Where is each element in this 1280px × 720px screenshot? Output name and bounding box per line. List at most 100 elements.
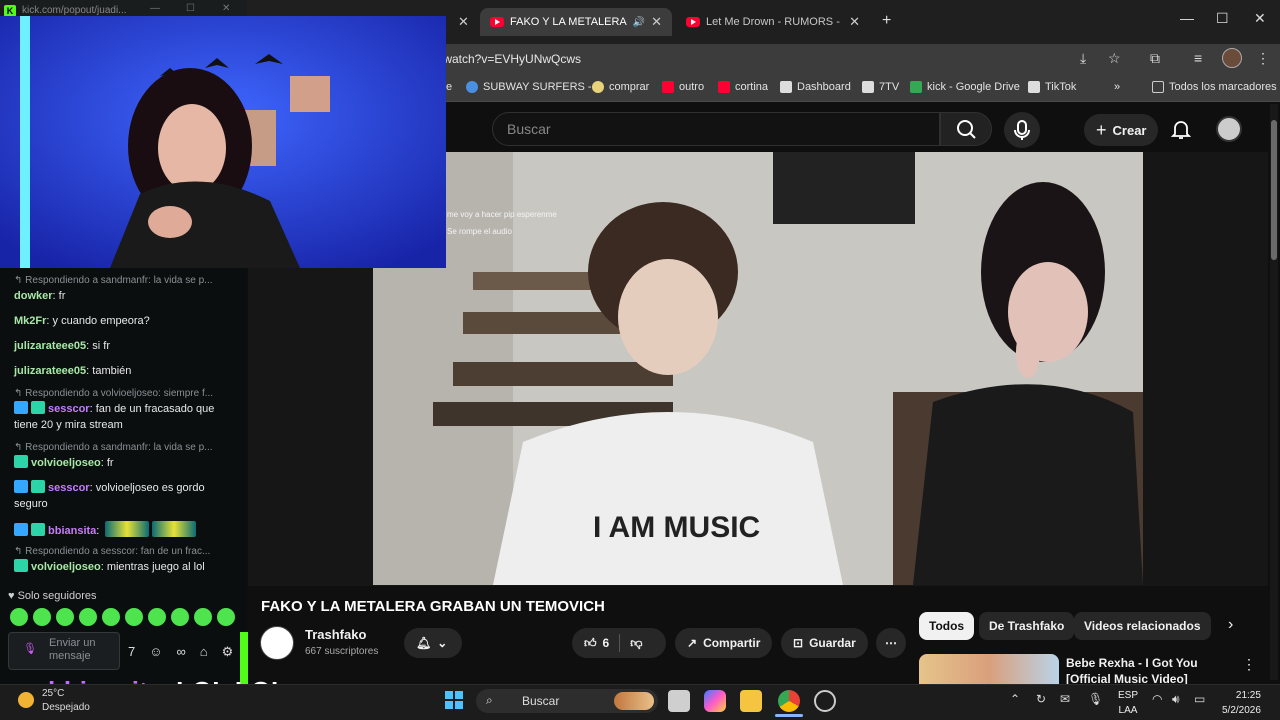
windows-start-icon[interactable]: [444, 690, 464, 710]
close-window-icon[interactable]: ✕: [1254, 10, 1266, 27]
tab-fako-video[interactable]: FAKO Y LA METALERA GRAB 🔊 ✕: [480, 8, 672, 36]
emoji-icon[interactable]: ☺: [149, 644, 162, 660]
mail-icon[interactable]: ✉: [1060, 692, 1070, 706]
chat-username[interactable]: sesscor: [48, 403, 90, 415]
chevron-up-icon[interactable]: ⌃: [1010, 692, 1020, 706]
microphone-icon[interactable]: 🎙︎: [23, 643, 37, 656]
chat-username[interactable]: julizarateee05: [14, 340, 86, 352]
save-button[interactable]: ⊡ Guardar: [781, 628, 868, 658]
media-icon[interactable]: ≡: [1194, 50, 1202, 66]
voice-search-button[interactable]: [1004, 112, 1040, 148]
chat-username[interactable]: bbiansita: [48, 525, 96, 537]
weather-temp[interactable]: 25°C: [42, 688, 64, 699]
emote-icon[interactable]: [125, 608, 143, 626]
search-button[interactable]: [940, 112, 992, 146]
bookmark-subway[interactable]: SUBWAY SURFERS -...: [466, 81, 601, 93]
like-icon[interactable]: 👍︎: [584, 636, 597, 651]
bookmark-cortina[interactable]: cortina: [718, 81, 768, 93]
chip-videos-relacionados[interactable]: Videos relacionados: [1074, 612, 1211, 640]
tab-let-me-drown[interactable]: Let Me Drown - RUMORS - You ✕: [676, 8, 870, 36]
bookmark-outro[interactable]: outro: [662, 81, 704, 93]
emote-icon[interactable]: [33, 608, 51, 626]
maximize-icon[interactable]: ☐: [1216, 10, 1229, 27]
weather-desc[interactable]: Despejado: [42, 702, 90, 713]
chip-todos[interactable]: Todos: [919, 612, 975, 640]
address-bar[interactable]: /watch?v=EVHyUNwQcws: [440, 47, 1080, 71]
chat-username[interactable]: volvioeljoseo: [31, 561, 101, 573]
like-count[interactable]: 6: [603, 636, 610, 650]
chip-de-trashfako[interactable]: De Trashfako: [979, 612, 1075, 640]
close-icon[interactable]: ✕: [222, 3, 230, 14]
scrollbar-thumb[interactable]: [1271, 120, 1277, 260]
taskbar-search[interactable]: ⌕ Buscar: [476, 689, 658, 713]
chat-message-input[interactable]: 🎙︎ Enviar un mensaje: [8, 632, 120, 670]
channel-avatar[interactable]: [260, 626, 294, 660]
input-language[interactable]: ESP LAA: [1118, 688, 1138, 718]
wifi-icon[interactable]: ◠: [1152, 692, 1162, 706]
bookmark-7tv[interactable]: 7TV: [862, 81, 899, 93]
rewards-icon[interactable]: ∞: [177, 644, 186, 660]
bookmark-dashboard[interactable]: Dashboard: [780, 81, 851, 93]
create-button[interactable]: + Crear: [1084, 114, 1159, 146]
bookmark-tiktok[interactable]: TikTok: [1028, 81, 1076, 93]
microphone-tray-icon[interactable]: 🎙︎: [1088, 692, 1103, 706]
share-button[interactable]: ↗ Compartir: [675, 628, 773, 658]
subscribe-bell-button[interactable]: 🔔︎ ⌄: [404, 628, 462, 658]
emote-icon[interactable]: [217, 608, 235, 626]
tab-hidden[interactable]: ✕: [448, 8, 478, 36]
weather-icon[interactable]: [18, 692, 34, 708]
account-avatar[interactable]: [1216, 116, 1242, 142]
bookmark-drive[interactable]: kick - Google Drive: [910, 81, 1020, 93]
emote-icon[interactable]: [79, 608, 97, 626]
chat-username[interactable]: Mk2Fr: [14, 315, 46, 327]
obs-icon[interactable]: [814, 690, 836, 712]
bookmarks-overflow-icon[interactable]: »: [1114, 81, 1120, 93]
minimize-icon[interactable]: —: [1180, 10, 1194, 26]
sync-icon[interactable]: ↻: [1036, 692, 1046, 706]
emote-icon[interactable]: [56, 608, 74, 626]
more-actions-button[interactable]: ⋯: [876, 628, 906, 658]
profile-avatar[interactable]: [1222, 48, 1242, 68]
channel-name[interactable]: Trashfako: [305, 627, 366, 642]
recommended-title[interactable]: Bebe Rexha - I Got You [Official Music V…: [1066, 655, 1236, 684]
volume-icon[interactable]: 🔊︎: [1172, 692, 1180, 707]
close-icon[interactable]: ✕: [849, 14, 860, 30]
menu-icon[interactable]: ⋮: [1256, 50, 1270, 67]
install-icon[interactable]: ⤓: [1080, 50, 1086, 67]
emote-icon[interactable]: [194, 608, 212, 626]
7tv-icon[interactable]: 7: [128, 644, 135, 660]
dislike-icon[interactable]: 👎︎: [630, 636, 642, 651]
task-view-icon[interactable]: [668, 690, 690, 712]
close-icon[interactable]: ✕: [651, 14, 662, 30]
maximize-icon[interactable]: ☐: [186, 3, 195, 14]
file-explorer-icon[interactable]: [740, 690, 762, 712]
new-tab-button[interactable]: +: [882, 12, 891, 30]
star-icon[interactable]: ☆: [1108, 50, 1121, 67]
chat-username[interactable]: sesscor: [48, 482, 90, 494]
store-icon[interactable]: ⌂: [200, 644, 208, 660]
search-input[interactable]: Buscar: [492, 112, 940, 146]
system-clock[interactable]: 21:25 5/2/2026: [1222, 688, 1261, 718]
more-vert-icon[interactable]: ⋮: [1242, 656, 1256, 673]
minimize-icon[interactable]: —: [150, 3, 160, 14]
bookmark-truncated[interactable]: e: [446, 81, 452, 93]
chat-username[interactable]: dowker: [14, 290, 53, 302]
emote-icon[interactable]: [10, 608, 28, 626]
copilot-icon[interactable]: [704, 690, 726, 712]
emote-icon[interactable]: [171, 608, 189, 626]
video-player[interactable]: I AM MUSIC me voy a hacer pip esperenme …: [373, 152, 1143, 585]
emote-icon[interactable]: [148, 608, 166, 626]
chat-username[interactable]: volvioeljoseo: [31, 457, 101, 469]
close-icon[interactable]: ✕: [458, 14, 469, 30]
notifications-bell-icon[interactable]: [1170, 118, 1192, 140]
extensions-icon[interactable]: ⧉: [1150, 50, 1160, 67]
chrome-icon[interactable]: [778, 690, 800, 712]
recommended-thumbnail[interactable]: [919, 654, 1059, 684]
bookmark-comprar[interactable]: comprar: [592, 81, 649, 93]
chat-username[interactable]: julizarateee05: [14, 365, 86, 377]
chevron-right-icon[interactable]: ›: [1228, 616, 1233, 634]
battery-icon[interactable]: ▭: [1194, 692, 1205, 706]
settings-icon[interactable]: ⚙: [222, 644, 234, 660]
emote-icon[interactable]: [102, 608, 120, 626]
all-bookmarks[interactable]: Todos los marcadores: [1152, 81, 1277, 93]
